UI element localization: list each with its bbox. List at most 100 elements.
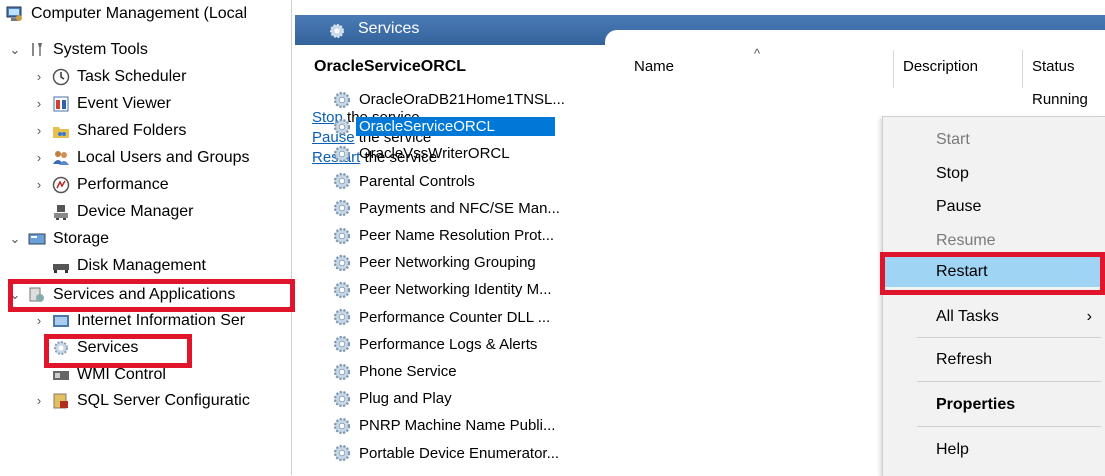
event-viewer-icon <box>52 95 70 113</box>
service-row[interactable]: OracleOraDB21Home1TNSL... <box>332 86 568 113</box>
selected-service-title: OracleServiceORCL <box>314 58 467 75</box>
tree-item-device-manager[interactable]: Device Manager <box>52 198 194 225</box>
menu-item-label: Help <box>936 441 969 458</box>
tree-item-label: Device Manager <box>77 202 194 220</box>
chevron-right-icon[interactable]: › <box>32 123 46 138</box>
device-manager-icon <box>52 203 70 221</box>
services-header-title: Services <box>358 20 420 37</box>
service-gear-icon <box>332 253 352 273</box>
service-name: OracleVssWriterORCL <box>359 145 510 163</box>
tree-item-label: Event Viewer <box>77 94 171 112</box>
service-row[interactable]: Phone Service <box>332 358 460 385</box>
submenu-arrow-icon: › <box>1086 308 1092 325</box>
menu-item-label: Refresh <box>936 351 993 368</box>
tree-item-label: Internet Information Ser <box>77 311 246 329</box>
tree-item-label: Shared Folders <box>77 121 187 139</box>
service-gear-icon <box>332 198 352 218</box>
tree-item-label: System Tools <box>53 40 148 58</box>
chevron-right-icon[interactable]: › <box>32 69 46 84</box>
chevron-right-icon[interactable]: › <box>32 313 46 328</box>
tree-root[interactable]: Computer Management (Local <box>6 0 247 27</box>
menu-separator <box>917 381 1101 382</box>
menu-item-label: Pause <box>936 198 982 215</box>
service-row[interactable]: Peer Networking Identity M... <box>332 276 555 303</box>
tree-item-label: Local Users and Groups <box>77 148 250 166</box>
service-gear-icon <box>332 280 352 300</box>
service-gear-icon <box>332 389 352 409</box>
menu-item-help[interactable]: Help <box>883 435 1105 465</box>
menu-item-all-tasks[interactable]: All Tasks › <box>883 302 1105 332</box>
service-name: OracleServiceORCL <box>356 117 555 137</box>
service-name: Parental Controls <box>359 172 475 190</box>
menu-item-stop[interactable]: Stop <box>883 159 1105 189</box>
tree-item-event-viewer[interactable]: › Event Viewer <box>32 90 171 117</box>
performance-icon <box>52 176 70 194</box>
service-gear-icon <box>332 144 352 164</box>
service-name: Payments and NFC/SE Man... <box>359 199 560 217</box>
chevron-right-icon[interactable]: › <box>32 393 46 408</box>
tree-item-performance[interactable]: › Performance <box>32 171 169 198</box>
tree-item-label: WMI Control <box>77 365 166 383</box>
tree-item-label: SQL Server Configuratic <box>77 391 250 409</box>
service-row[interactable]: Portable Device Enumerator... <box>332 440 562 467</box>
tree-item-local-users[interactable]: › Local Users and Groups <box>32 144 250 171</box>
column-header-name[interactable]: Name <box>634 58 674 75</box>
service-gear-icon <box>332 307 352 327</box>
tree-item-system-tools[interactable]: ⌄ System Tools <box>8 36 148 63</box>
column-header-description[interactable]: Description <box>903 58 978 75</box>
service-row[interactable]: Performance Logs & Alerts <box>332 331 540 358</box>
service-row[interactable]: Parental Controls <box>332 168 478 195</box>
service-row[interactable]: Performance Counter DLL ... <box>332 304 553 331</box>
tree-item-storage[interactable]: ⌄ Storage <box>8 225 110 252</box>
annotation-box-services <box>44 334 192 368</box>
chevron-down-icon[interactable]: ⌄ <box>8 231 22 246</box>
menu-item-refresh[interactable]: Refresh <box>883 345 1105 375</box>
tree-item-disk-management[interactable]: Disk Management <box>52 252 206 279</box>
service-name: Performance Counter DLL ... <box>359 308 551 326</box>
service-row[interactable]: Peer Name Resolution Prot... <box>332 222 557 249</box>
column-header-status[interactable]: Status <box>1032 58 1075 75</box>
tree-item-label: Storage <box>53 229 110 247</box>
service-row[interactable]: PNRP Machine Name Publi... <box>332 412 558 439</box>
chevron-right-icon[interactable]: › <box>32 150 46 165</box>
menu-item-label: Properties <box>936 396 1016 413</box>
column-separator[interactable] <box>1022 50 1023 88</box>
chevron-right-icon[interactable]: › <box>32 96 46 111</box>
service-name: Phone Service <box>359 363 457 380</box>
clock-icon <box>52 68 70 86</box>
tree-item-shared-folders[interactable]: › Shared Folders <box>32 117 187 144</box>
tree-item-label: Performance <box>77 175 169 193</box>
sql-icon <box>52 392 70 410</box>
menu-item-label: All Tasks <box>936 308 999 325</box>
service-name: Plug and Play <box>359 390 452 408</box>
service-gear-icon <box>332 416 352 436</box>
annotation-box-services-and-applications <box>8 279 295 312</box>
chevron-down-icon[interactable]: ⌄ <box>8 42 22 57</box>
menu-item-label: Stop <box>936 165 969 182</box>
tree-item-task-scheduler[interactable]: › Task Scheduler <box>32 63 186 90</box>
storage-icon <box>28 230 46 248</box>
menu-item-properties[interactable]: Properties <box>883 390 1105 420</box>
menu-separator <box>917 426 1101 427</box>
service-row[interactable]: Plug and Play <box>332 385 455 412</box>
service-name: Performance Logs & Alerts <box>359 335 538 353</box>
service-row[interactable]: OracleVssWriterORCL <box>332 140 513 167</box>
iis-icon <box>52 312 70 330</box>
chevron-right-icon[interactable]: › <box>32 177 46 192</box>
tree-item-sql-server[interactable]: › SQL Server Configuratic <box>32 387 250 414</box>
menu-item-pause[interactable]: Pause <box>883 192 1105 222</box>
disk-icon <box>52 257 70 275</box>
service-row[interactable]: Peer Networking Grouping <box>332 249 539 276</box>
service-gear-icon <box>332 171 352 191</box>
shared-folders-icon <box>52 122 70 140</box>
tree-item-label: Disk Management <box>77 256 206 274</box>
service-name: Peer Networking Grouping <box>359 254 536 272</box>
tree-root-label: Computer Management (Local <box>31 4 248 22</box>
service-status: Running <box>1032 91 1088 108</box>
context-menu: Start Stop Pause Resume Restart All Task… <box>882 116 1105 476</box>
service-row[interactable]: OracleServiceORCL <box>332 113 555 140</box>
column-separator[interactable] <box>893 50 894 88</box>
service-row[interactable]: Payments and NFC/SE Man... <box>332 195 563 222</box>
service-name: PNRP Machine Name Publi... <box>359 417 556 435</box>
menu-item-start[interactable]: Start <box>883 125 1105 155</box>
